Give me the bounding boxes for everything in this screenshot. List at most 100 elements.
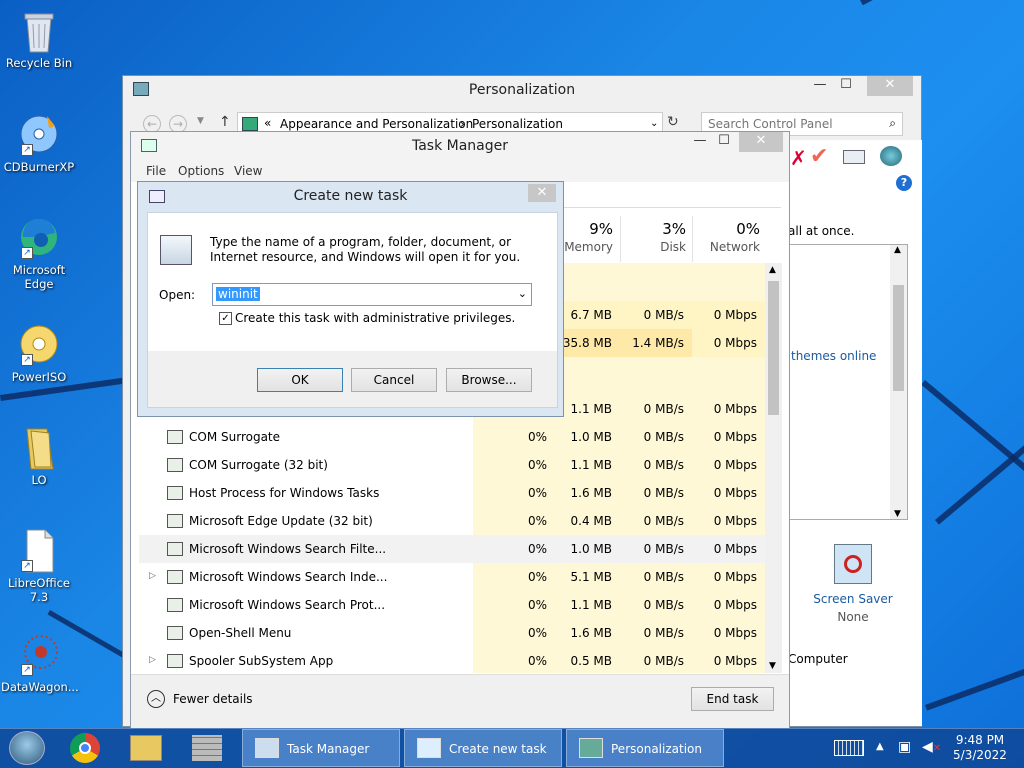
volume-muted-icon[interactable]: ◀✕ <box>922 739 941 755</box>
collapse-icon[interactable]: ︿ <box>147 690 165 708</box>
display-icon[interactable] <box>843 150 865 164</box>
close-button[interactable]: ✕ <box>867 76 913 96</box>
run-icon <box>149 190 165 203</box>
menu-view[interactable]: View <box>234 164 262 178</box>
end-task-button[interactable]: End task <box>691 687 774 711</box>
column-header[interactable]: 3% Disk <box>620 216 692 262</box>
file-explorer-icon[interactable] <box>130 735 162 761</box>
open-combobox[interactable]: wininit ⌄ <box>212 283 532 306</box>
disk-cell: 0 MB/s <box>643 514 684 528</box>
dialog-titlebar: Create new task ✕ <box>138 182 563 210</box>
scroll-down-icon[interactable]: ▼ <box>894 509 901 519</box>
keyboard-icon[interactable] <box>834 740 864 756</box>
admin-checkbox-label[interactable]: Create this task with administrative pri… <box>235 311 515 325</box>
scroll-thumb[interactable] <box>768 281 779 415</box>
expand-arrow-icon[interactable]: ▷ <box>149 655 156 665</box>
cancel-button[interactable]: Cancel <box>351 368 437 392</box>
open-field[interactable]: wininit <box>216 287 260 301</box>
network-cell: 0 Mbps <box>692 301 765 329</box>
ok-button[interactable]: OK <box>257 368 343 392</box>
checkmark-icon[interactable]: ✔ <box>810 144 828 169</box>
cpu-cell: 0% <box>527 514 547 528</box>
help-icon[interactable]: ? <box>896 175 912 191</box>
up-button[interactable]: ↑ <box>219 114 231 130</box>
close-button[interactable]: ✕ <box>528 184 556 202</box>
network-cell: 0 Mbps <box>713 514 757 528</box>
red-x-icon[interactable]: ✗ <box>790 146 807 170</box>
tray-expand-icon[interactable]: ▲ <box>876 741 884 752</box>
process-name: COM Surrogate <box>189 430 281 444</box>
table-row[interactable]: Microsoft Edge Update (32 bit) 0% 0.4 MB 0 … <box>139 507 765 535</box>
desktop-icon-libreoffice[interactable]: ↗ LibreOffice 7.3 <box>1 528 77 604</box>
minimize-button[interactable]: — <box>687 132 713 152</box>
menu-file[interactable]: File <box>146 164 166 178</box>
clock[interactable]: 9:48 PM 5/3/2022 <box>950 733 1010 763</box>
table-row[interactable]: COM Surrogate 0% 1.0 MB 0 MB/s 0 Mbps <box>139 423 765 451</box>
open-label: Open: <box>159 288 196 302</box>
scroll-down-icon[interactable]: ▼ <box>769 661 776 671</box>
shortcut-arrow-icon: ↗ <box>21 560 33 572</box>
taskbar-button-create-task[interactable]: Create new task <box>404 729 562 767</box>
table-row[interactable]: COM Surrogate (32 bit) 0% 1.1 MB 0 MB/s 0 Mb… <box>139 451 765 479</box>
globe-icon[interactable] <box>880 146 902 166</box>
desktop-icon-edge[interactable]: ↗ Microsoft Edge <box>1 215 77 291</box>
network-icon[interactable]: ▣ <box>898 739 911 755</box>
menu-options[interactable]: Options <box>178 164 224 178</box>
screen-saver-item[interactable]: Screen Saver None <box>788 544 918 628</box>
disk-cell: 0 MB/s <box>643 626 684 640</box>
browse-button[interactable]: Browse... <box>446 368 532 392</box>
personalization-titlebar: Personalization — ☐ ✕ <box>123 76 921 104</box>
chevron-down-icon[interactable]: ⌄ <box>518 287 527 300</box>
process-icon <box>167 654 183 668</box>
themes-scrollbar[interactable]: ▲ ▼ <box>890 245 907 519</box>
desktop-icon-cdburnerxp[interactable]: ↗ CDBurnerXP <box>1 112 77 174</box>
expand-arrow-icon[interactable]: ▷ <box>149 571 156 581</box>
desktop-icon-lo[interactable]: LO <box>1 425 77 487</box>
menu-bar: File Options View <box>131 160 789 182</box>
get-themes-online-link[interactable]: themes online <box>791 349 876 363</box>
table-row[interactable]: Microsoft Windows Search Filte... 0% 1.0 M… <box>139 535 765 563</box>
maximize-button[interactable]: ☐ <box>711 132 737 152</box>
window-title: Personalization <box>468 82 576 98</box>
table-row[interactable]: ▷ Spooler SubSystem App 0% 0.5 MB 0 MB/s 0 Mb… <box>139 647 765 673</box>
table-row[interactable]: Open-Shell Menu 0% 1.6 MB 0 MB/s 0 Mbps <box>139 619 765 647</box>
search-icon[interactable]: ⌕ <box>889 116 896 131</box>
taskbar-button-task-manager[interactable]: Task Manager <box>242 729 400 767</box>
desktop-icon-poweriso[interactable]: ↗ PowerISO <box>1 322 77 384</box>
program-icon <box>160 235 192 265</box>
desktop-icon-datawagon[interactable]: ↗ DataWagon... <box>1 632 79 694</box>
table-row[interactable]: Host Process for Windows Tasks 0% 1.6 MB 0 … <box>139 479 765 507</box>
minimize-button[interactable]: — <box>807 76 833 96</box>
memory-cell: 0.4 MB <box>570 514 612 528</box>
window-title: Task Manager <box>411 138 509 154</box>
fewer-details-link[interactable]: Fewer details <box>173 692 253 706</box>
start-button[interactable] <box>9 731 45 765</box>
firewall-icon[interactable] <box>192 735 222 761</box>
column-header[interactable]: 0% Network <box>692 216 766 262</box>
scroll-up-icon[interactable]: ▲ <box>894 245 901 255</box>
table-row[interactable]: Microsoft Windows Search Prot... 0% 1.1 MB… <box>139 591 765 619</box>
process-name: Microsoft Windows Search Inde... <box>189 570 388 584</box>
chrome-icon[interactable] <box>70 733 100 763</box>
scroll-up-icon[interactable]: ▲ <box>769 265 776 275</box>
desktop-icon-label: Microsoft Edge <box>12 263 66 291</box>
recent-locations-icon[interactable]: ▼ <box>197 116 204 126</box>
process-icon <box>167 598 183 612</box>
screen-saver-icon <box>834 544 872 584</box>
chevron-down-icon[interactable]: ⌄ <box>650 118 658 129</box>
close-button[interactable]: ✕ <box>739 132 783 152</box>
admin-checkbox[interactable]: ✓ <box>219 312 232 325</box>
maximize-button[interactable]: ☐ <box>833 76 859 96</box>
scroll-thumb[interactable] <box>893 285 904 391</box>
column-header[interactable]: 9% Memory <box>563 216 619 262</box>
process-name: COM Surrogate (32 bit) <box>189 458 328 472</box>
table-row[interactable]: ▷ Microsoft Windows Search Inde... 0% 5.1 M… <box>139 563 765 591</box>
breadcrumb-item[interactable]: Personalization <box>472 117 563 131</box>
network-cell: 0 Mbps <box>713 402 757 416</box>
taskbar-button-personalization[interactable]: Personalization <box>566 729 724 767</box>
desktop-icon-recycle-bin[interactable]: Recycle Bin <box>1 8 77 70</box>
network-cell: 0 Mbps <box>713 626 757 640</box>
process-scrollbar[interactable]: ▲ ▼ <box>765 263 782 673</box>
memory-cell: 5.1 MB <box>570 570 612 584</box>
breadcrumb-item[interactable]: Appearance and Personalization <box>280 117 473 131</box>
